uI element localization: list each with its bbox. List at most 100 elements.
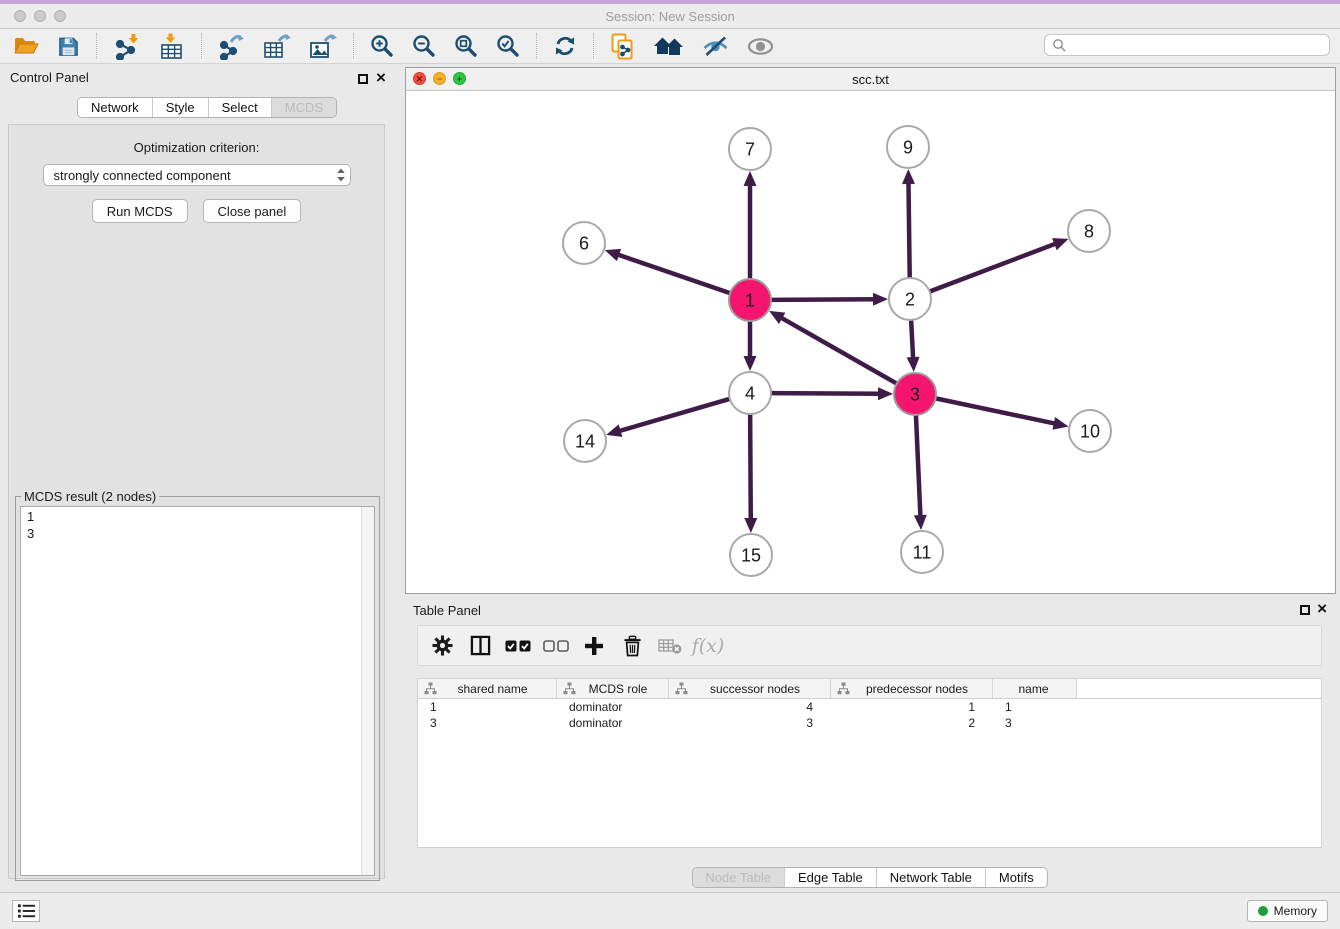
graph-node-11[interactable]: 11 (901, 531, 943, 573)
graph-edge-arrow (744, 171, 757, 186)
graph-edge-arrow (907, 357, 920, 372)
export-table-button[interactable] (254, 31, 300, 61)
table-row[interactable]: 3dominator323 (418, 715, 1321, 731)
table-panel-close-button[interactable]: × (1317, 602, 1327, 616)
graph-edge-1-2[interactable] (770, 299, 876, 300)
clone-network-button[interactable] (601, 31, 644, 61)
table-panel-float-button[interactable] (1300, 605, 1310, 615)
toolbar-separator (201, 33, 202, 59)
network-graph[interactable]: 7 9 6 8 1 2 4 3 14 10 15 11 (406, 91, 1333, 591)
search-input[interactable] (1071, 37, 1322, 53)
network-window-controls: ✕ − + (413, 72, 466, 85)
zoom-in-button[interactable] (361, 31, 403, 61)
apply-function-button[interactable]: f(x) (689, 635, 727, 657)
column-header-shared-name[interactable]: shared name (418, 679, 557, 698)
graph-edge-3-10[interactable] (935, 398, 1057, 424)
deselect-all-rows-button[interactable] (537, 639, 575, 653)
delete-table-button[interactable] (651, 637, 689, 655)
graph-edge-4-15[interactable] (750, 413, 751, 521)
open-session-button[interactable] (4, 31, 48, 61)
tab-node-table[interactable]: Node Table (692, 868, 784, 887)
tab-network[interactable]: Network (78, 98, 152, 117)
network-close-button[interactable]: ✕ (413, 72, 426, 85)
tab-mcds[interactable]: MCDS (271, 98, 336, 117)
search-box[interactable] (1044, 34, 1330, 56)
network-window: ✕ − + scc.txt 7968124314101511 (405, 67, 1336, 594)
graph-edge-2-9[interactable] (908, 181, 909, 279)
import-network-button[interactable] (104, 31, 149, 61)
toolbar-separator (96, 33, 97, 59)
control-panel-float-button[interactable] (358, 74, 368, 84)
run-mcds-button[interactable]: Run MCDS (92, 199, 188, 223)
tab-network-table[interactable]: Network Table (876, 868, 985, 887)
zoom-window-button[interactable] (54, 10, 66, 22)
close-panel-button[interactable]: Close panel (203, 199, 302, 223)
graph-node-10[interactable]: 10 (1069, 410, 1111, 452)
graph-edge-4-3[interactable] (770, 393, 881, 394)
clone-network-icon (610, 33, 635, 60)
zoom-fit-button[interactable] (445, 31, 487, 61)
export-image-icon (309, 33, 337, 60)
control-panel-close-button[interactable]: × (376, 71, 386, 85)
table-row[interactable]: 1dominator411 (418, 699, 1321, 715)
graph-edge-arrow (605, 249, 621, 261)
delete-column-button[interactable] (613, 635, 651, 657)
graph-node-1[interactable]: 1 (729, 279, 771, 321)
export-image-button[interactable] (300, 31, 346, 61)
select-all-rows-button[interactable] (499, 639, 537, 653)
graph-node-label: 8 (1084, 222, 1094, 242)
network-minimize-button[interactable]: − (433, 72, 446, 85)
graph-node-3[interactable]: 3 (894, 373, 936, 415)
optimization-select[interactable]: strongly connected component (43, 164, 351, 186)
graph-node-label: 3 (910, 385, 920, 405)
task-history-button[interactable] (12, 900, 40, 922)
column-header-mcds-role[interactable]: MCDS role (557, 679, 669, 698)
first-neighbors-button[interactable] (644, 31, 693, 61)
tab-style[interactable]: Style (152, 98, 208, 117)
graph-node-8[interactable]: 8 (1068, 210, 1110, 252)
minimize-window-button[interactable] (34, 10, 46, 22)
mcds-result-title: MCDS result (2 nodes) (21, 489, 159, 504)
graph-node-9[interactable]: 9 (887, 126, 929, 168)
zoom-in-icon (370, 34, 394, 58)
import-table-button[interactable] (149, 31, 194, 61)
column-header-name[interactable]: name (993, 679, 1077, 698)
table-body: 1dominator4113dominator323 (418, 699, 1321, 731)
zoom-out-button[interactable] (403, 31, 445, 61)
add-column-button[interactable] (575, 636, 613, 656)
zoom-selected-button[interactable] (487, 31, 529, 61)
column-header-successor-nodes[interactable]: successor nodes (669, 679, 831, 698)
network-zoom-button[interactable]: + (453, 72, 466, 85)
tab-edge-table[interactable]: Edge Table (784, 868, 876, 887)
tab-motifs[interactable]: Motifs (985, 868, 1047, 887)
save-session-button[interactable] (48, 31, 89, 61)
hide-selected-button[interactable] (693, 31, 738, 61)
close-window-button[interactable] (14, 10, 26, 22)
graph-edge-2-3[interactable] (911, 319, 913, 360)
memory-button[interactable]: Memory (1247, 900, 1328, 922)
graph-edge-4-14[interactable] (618, 399, 731, 432)
graph-node-7[interactable]: 7 (729, 128, 771, 170)
graph-node-14[interactable]: 14 (564, 420, 606, 462)
mcds-result-box[interactable]: 1 3 (20, 506, 375, 876)
export-network-button[interactable] (209, 31, 254, 61)
import-network-icon (113, 33, 140, 60)
graph-node-2[interactable]: 2 (889, 278, 931, 320)
show-columns-button[interactable] (461, 635, 499, 656)
graph-node-4[interactable]: 4 (729, 372, 771, 414)
show-all-button[interactable] (738, 31, 783, 61)
graph-edge-arrow (1052, 417, 1068, 430)
graph-edge-1-6[interactable] (616, 254, 731, 293)
deselect-all-icon (543, 639, 569, 653)
graph-edge-3-11[interactable] (916, 414, 921, 518)
refresh-button[interactable] (544, 31, 586, 61)
graph-edge-2-8[interactable] (929, 243, 1058, 292)
graph-node-15[interactable]: 15 (730, 534, 772, 576)
graph-edge-3-1[interactable] (780, 317, 898, 384)
result-scrollbar[interactable] (361, 507, 374, 875)
graph-node-label: 11 (913, 543, 932, 563)
graph-node-6[interactable]: 6 (563, 222, 605, 264)
table-settings-button[interactable] (423, 635, 461, 656)
tab-select[interactable]: Select (208, 98, 271, 117)
column-header-predecessor-nodes[interactable]: predecessor nodes (831, 679, 993, 698)
